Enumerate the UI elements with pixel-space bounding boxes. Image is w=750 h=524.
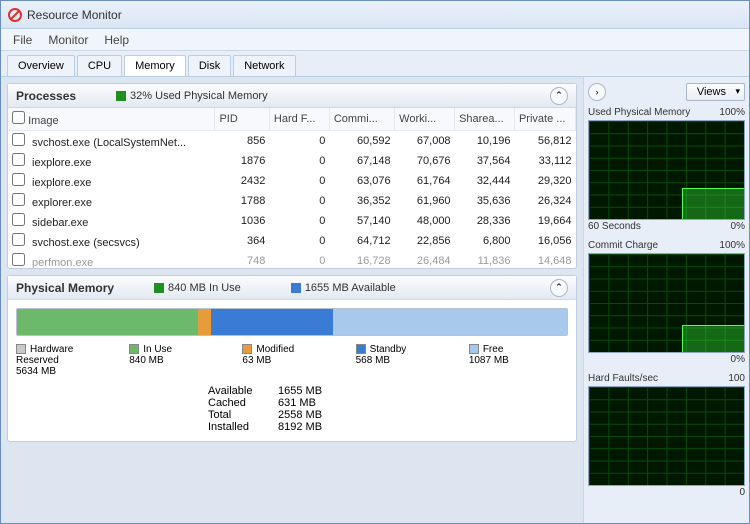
row-checkbox[interactable]	[12, 173, 25, 186]
table-row[interactable]: explorer.exe1788036,35261,96035,63626,32…	[8, 191, 576, 211]
physmem-title: Physical Memory	[16, 281, 114, 295]
table-row[interactable]: svchost.exe (secsvcs)364064,71222,8566,8…	[8, 231, 576, 251]
menu-monitor[interactable]: Monitor	[40, 30, 96, 50]
stat-cached-v: 631 MB	[278, 397, 316, 409]
chart-faults-max: 100	[728, 373, 745, 384]
physmem-inuse: 840 MB In Use	[168, 282, 241, 294]
bar-modified	[198, 309, 212, 335]
title-bar: Resource Monitor	[1, 1, 749, 29]
chart-faults-footR: 0	[739, 487, 745, 498]
chart-used-footL: 60 Seconds	[588, 221, 641, 232]
processes-panel: Processes 32% Used Physical Memory ⌃ Ima…	[7, 83, 577, 269]
col-shareable[interactable]: Sharea...	[455, 108, 515, 131]
app-icon	[7, 7, 23, 23]
legend-free-value: 1087 MB	[469, 355, 509, 366]
processes-collapse-button[interactable]: ⌃	[550, 87, 568, 105]
chart-used-memory: Used Physical Memory 100% 60 Seconds 0%	[588, 107, 745, 232]
chart-used-footR: 0%	[731, 221, 745, 232]
legend-modified-value: 63 MB	[242, 355, 271, 366]
chart-commit-max: 100%	[719, 240, 745, 251]
col-hard[interactable]: Hard F...	[269, 108, 329, 131]
legend-standby-value: 568 MB	[356, 355, 390, 366]
row-checkbox[interactable]	[12, 233, 25, 246]
menu-file[interactable]: File	[5, 30, 40, 50]
menu-help[interactable]: Help	[96, 30, 137, 50]
chart-commit-title: Commit Charge	[588, 240, 658, 251]
row-checkbox[interactable]	[12, 253, 25, 266]
col-working[interactable]: Worki...	[395, 108, 455, 131]
bar-standby	[211, 309, 333, 335]
window-title: Resource Monitor	[27, 8, 122, 22]
memory-stats: Available1655 MB Cached631 MB Total2558 …	[8, 383, 576, 441]
row-checkbox[interactable]	[12, 133, 25, 146]
legend-inuse-label: In Use	[143, 344, 172, 355]
bar-free	[333, 309, 567, 335]
stat-cached-k: Cached	[208, 397, 278, 409]
tab-memory[interactable]: Memory	[124, 55, 186, 76]
processes-table: Image PID Hard F... Commi... Worki... Sh…	[8, 108, 576, 268]
tab-network[interactable]: Network	[233, 55, 295, 76]
bar-inuse	[17, 309, 198, 335]
row-checkbox[interactable]	[12, 193, 25, 206]
legend-free-label: Free	[483, 344, 504, 355]
tab-bar: Overview CPU Memory Disk Network	[1, 51, 749, 77]
legend-inuse-value: 840 MB	[129, 355, 163, 366]
table-row[interactable]: iexplore.exe2432063,07661,76432,44429,32…	[8, 171, 576, 191]
stat-total-k: Total	[208, 409, 278, 421]
stat-installed-v: 8192 MB	[278, 421, 322, 433]
tab-overview[interactable]: Overview	[7, 55, 75, 76]
charts-collapse-button[interactable]: ›	[588, 83, 606, 101]
processes-title: Processes	[16, 89, 76, 103]
table-row[interactable]: iexplore.exe1876067,14870,67637,56433,11…	[8, 151, 576, 171]
col-image[interactable]: Image	[28, 115, 59, 127]
physical-memory-panel: Physical Memory 840 MB In Use 1655 MB Av…	[7, 275, 577, 442]
table-row[interactable]: sidebar.exe1036057,14048,00028,33619,664	[8, 211, 576, 231]
physmem-collapse-button[interactable]: ⌃	[550, 279, 568, 297]
row-checkbox[interactable]	[12, 153, 25, 166]
select-all-checkbox[interactable]	[12, 111, 25, 124]
stat-total-v: 2558 MB	[278, 409, 322, 421]
charts-pane: › Views Used Physical Memory 100% 60 Seco…	[583, 77, 749, 523]
memory-bar	[16, 308, 568, 336]
stat-installed-k: Installed	[208, 421, 278, 433]
processes-summary: 32% Used Physical Memory	[130, 90, 268, 102]
chart-used-title: Used Physical Memory	[588, 107, 690, 118]
stat-available-v: 1655 MB	[278, 385, 322, 397]
col-private[interactable]: Private ...	[514, 108, 575, 131]
col-commit[interactable]: Commi...	[329, 108, 394, 131]
legend-standby-label: Standby	[370, 344, 407, 355]
table-row[interactable]: perfmon.exe748016,72826,48411,83614,648	[8, 251, 576, 268]
memory-icon	[116, 91, 126, 101]
tab-disk[interactable]: Disk	[188, 55, 231, 76]
chart-used-max: 100%	[719, 107, 745, 118]
inuse-icon	[154, 283, 164, 293]
chart-commit-footR: 0%	[731, 354, 745, 365]
menu-bar: File Monitor Help	[1, 29, 749, 51]
available-icon	[291, 283, 301, 293]
col-pid[interactable]: PID	[215, 108, 269, 131]
legend-hardware-value: 5634 MB	[16, 366, 56, 377]
row-checkbox[interactable]	[12, 213, 25, 226]
chart-faults: Hard Faults/sec 100 0	[588, 373, 745, 498]
stat-available-k: Available	[208, 385, 278, 397]
chart-commit: Commit Charge 100% 0%	[588, 240, 745, 365]
table-row[interactable]: svchost.exe (LocalSystemNet...856060,592…	[8, 131, 576, 152]
views-dropdown[interactable]: Views	[686, 83, 745, 101]
chart-faults-title: Hard Faults/sec	[588, 373, 658, 384]
tab-cpu[interactable]: CPU	[77, 55, 122, 76]
physmem-available: 1655 MB Available	[305, 282, 396, 294]
legend-modified-label: Modified	[256, 344, 294, 355]
memory-legend: Hardware Reserved5634 MB In Use840 MB Mo…	[8, 344, 576, 383]
